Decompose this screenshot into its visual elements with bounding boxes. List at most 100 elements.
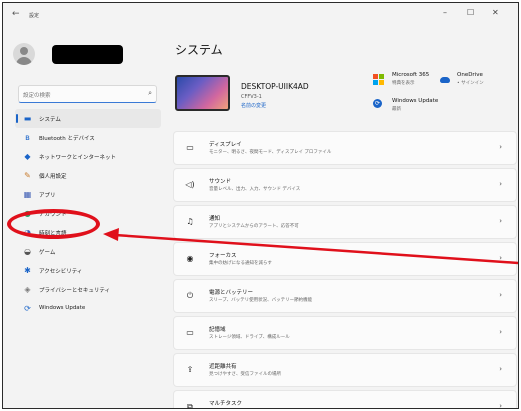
avatar-head (20, 47, 28, 55)
settings-card-description: 音量レベル、出力、入力、サウンド デバイス (209, 187, 301, 192)
onedrive-icon[interactable] (440, 77, 450, 83)
chevron-right-icon: › (499, 217, 502, 225)
display-icon: ▭ (186, 143, 194, 152)
device-model: CFFV3-1 (241, 94, 262, 100)
microsoft365-tile (373, 80, 378, 85)
power-icon: ⏻ (186, 291, 194, 300)
network-icon: ◆ (24, 152, 31, 161)
apps-icon: ▦ (23, 190, 32, 199)
share-icon: ⇪ (186, 365, 194, 374)
sidebar-item-label: プライバシーとセキュリティ (39, 288, 111, 294)
settings-card-description: スリープ、バッテリ使用状況、バッテリー節約機能 (209, 298, 313, 303)
focus-icon: ◉ (186, 254, 194, 263)
windows-update-status: 最新 (392, 107, 401, 112)
close-button[interactable]: ✕ (492, 8, 499, 17)
settings-card-title: 記憶域 (209, 327, 226, 333)
back-arrow-icon[interactable]: ← (12, 9, 20, 19)
sidebar-item-label: Bluetooth とデバイス (39, 136, 95, 142)
settings-card[interactable]: ⇪ 近距離共有見つけやすさ、受信ファイルの場所 › (173, 353, 517, 387)
sidebar-item[interactable]: ⟳ Windows Update (15, 299, 161, 318)
chevron-right-icon: › (499, 143, 502, 151)
settings-card[interactable]: ◁) サウンド音量レベル、出力、入力、サウンド デバイス › (173, 168, 517, 202)
microsoft365-tile (373, 74, 378, 79)
title-bar: ← 設定 – ☐ ✕ (3, 3, 518, 29)
bell-icon: ♫ (186, 217, 194, 226)
settings-card-title: サウンド (209, 179, 232, 185)
settings-card-title: 通知 (209, 216, 221, 222)
microsoft365-tile (379, 80, 384, 85)
windows-update-title[interactable]: Windows Update (392, 98, 438, 104)
sidebar-item-label: ゲーム (39, 250, 56, 256)
sidebar-item[interactable]: ◈ プライバシーとセキュリティ (15, 280, 161, 299)
microsoft365-title[interactable]: Microsoft 365 (392, 72, 429, 78)
update-icon: ⟳ (24, 304, 31, 313)
settings-card[interactable]: ♫ 通知アプリとシステムからのアラート、応答不可 › (173, 205, 517, 239)
sidebar-item[interactable]: ✎ 個人用設定 (15, 166, 161, 185)
sidebar-item-label: アプリ (39, 193, 56, 199)
sidebar-item[interactable]: ʙ Bluetooth とデバイス (15, 128, 161, 147)
settings-card-title: フォーカス (209, 253, 237, 259)
settings-card-title: マルチタスク (209, 401, 243, 407)
brush-icon: ✎ (24, 171, 31, 180)
settings-window: ← 設定 – ☐ ✕ 設定の検索 ⌕ ▬ システム ʙ Bluetooth とデバイス… (2, 2, 519, 409)
microsoft365-sub[interactable]: 特典を表示 (392, 80, 415, 86)
avatar[interactable] (13, 43, 35, 65)
settings-card-description: 見つけやすさ、受信ファイルの場所 (209, 372, 281, 377)
sidebar-item-label: システム (39, 117, 61, 123)
avatar-body (16, 57, 32, 65)
search-input[interactable]: 設定の検索 ⌕ (18, 85, 157, 103)
onedrive-title[interactable]: OneDrive (457, 72, 483, 78)
shield-icon: ◈ (24, 285, 31, 294)
settings-card-description: アプリとシステムからのアラート、応答不可 (209, 224, 299, 229)
device-wallpaper-thumbnail (175, 75, 230, 111)
onedrive-sub[interactable]: • サインイン (457, 80, 484, 86)
storage-icon: ▭ (186, 328, 194, 337)
search-icon[interactable]: ⌕ (148, 89, 152, 98)
accessibility-icon: ✱ (24, 266, 31, 275)
microsoft365-tile (379, 74, 384, 79)
sidebar-item[interactable]: ✱ アクセシビリティ (15, 261, 161, 280)
app-title: 設定 (29, 13, 40, 19)
settings-card-description: 集中の妨げになる通知を減らす (209, 261, 272, 266)
settings-card[interactable]: ▭ 記憶域ストレージ領域、ドライブ、構成ルール › (173, 316, 517, 350)
device-name: DESKTOP-UIIK4AD (241, 82, 309, 91)
chevron-right-icon: › (499, 254, 502, 262)
sidebar-item[interactable]: ◒ ゲーム (15, 242, 161, 261)
sidebar-item-label: Windows Update (39, 305, 86, 311)
gamepad-icon: ◒ (24, 247, 31, 256)
settings-list: ▭ ディスプレイモニター、明るさ、夜間モード、ディスプレイ プロファイル › ◁) サウ… (173, 131, 517, 409)
settings-card-title: 電源とバッテリー (209, 290, 254, 296)
settings-card[interactable]: ⏻ 電源とバッテリースリープ、バッテリ使用状況、バッテリー節約機能 › (173, 279, 517, 313)
sidebar-item[interactable]: ◆ ネットワークとインターネット (15, 147, 161, 166)
bluetooth-icon: ʙ (25, 133, 30, 142)
chevron-right-icon: › (499, 402, 502, 409)
sidebar-item-label: 個人用設定 (39, 174, 67, 180)
chevron-right-icon: › (499, 180, 502, 188)
multitask-icon: ⧉ (187, 402, 193, 409)
chevron-right-icon: › (499, 365, 502, 373)
user-name-redacted (52, 45, 123, 64)
annotation-ellipse (7, 209, 100, 239)
settings-card-description: ストレージ領域、ドライブ、構成ルール (209, 335, 290, 340)
settings-card[interactable]: ◉ フォーカス集中の妨げになる通知を減らす › (173, 242, 517, 276)
speaker-icon: ◁) (185, 180, 195, 189)
microsoft365-icon[interactable] (373, 74, 384, 85)
settings-card-title: 近距離共有 (209, 364, 237, 370)
sidebar-item[interactable]: ▦ アプリ (15, 185, 161, 204)
monitor-icon: ▬ (23, 114, 32, 123)
rename-link[interactable]: 名前の変更 (241, 102, 266, 109)
maximize-button[interactable]: ☐ (467, 8, 474, 17)
sidebar-item[interactable]: ▬ システム (15, 109, 161, 128)
chevron-right-icon: › (499, 328, 502, 336)
sidebar-item-label: ネットワークとインターネット (39, 155, 117, 161)
chevron-right-icon: › (499, 291, 502, 299)
sidebar-item-label: アクセシビリティ (39, 269, 83, 275)
windows-update-icon[interactable]: ⟳ (373, 99, 382, 108)
settings-card-description: モニター、明るさ、夜間モード、ディスプレイ プロファイル (209, 150, 332, 155)
minimize-button[interactable]: – (443, 8, 447, 17)
settings-card-title: ディスプレイ (209, 142, 242, 148)
settings-card[interactable]: ▭ ディスプレイモニター、明るさ、夜間モード、ディスプレイ プロファイル › (173, 131, 517, 165)
page-title: システム (175, 43, 223, 57)
search-placeholder: 設定の検索 (23, 93, 51, 99)
settings-card[interactable]: ⧉ マルチタスク › (173, 390, 517, 409)
